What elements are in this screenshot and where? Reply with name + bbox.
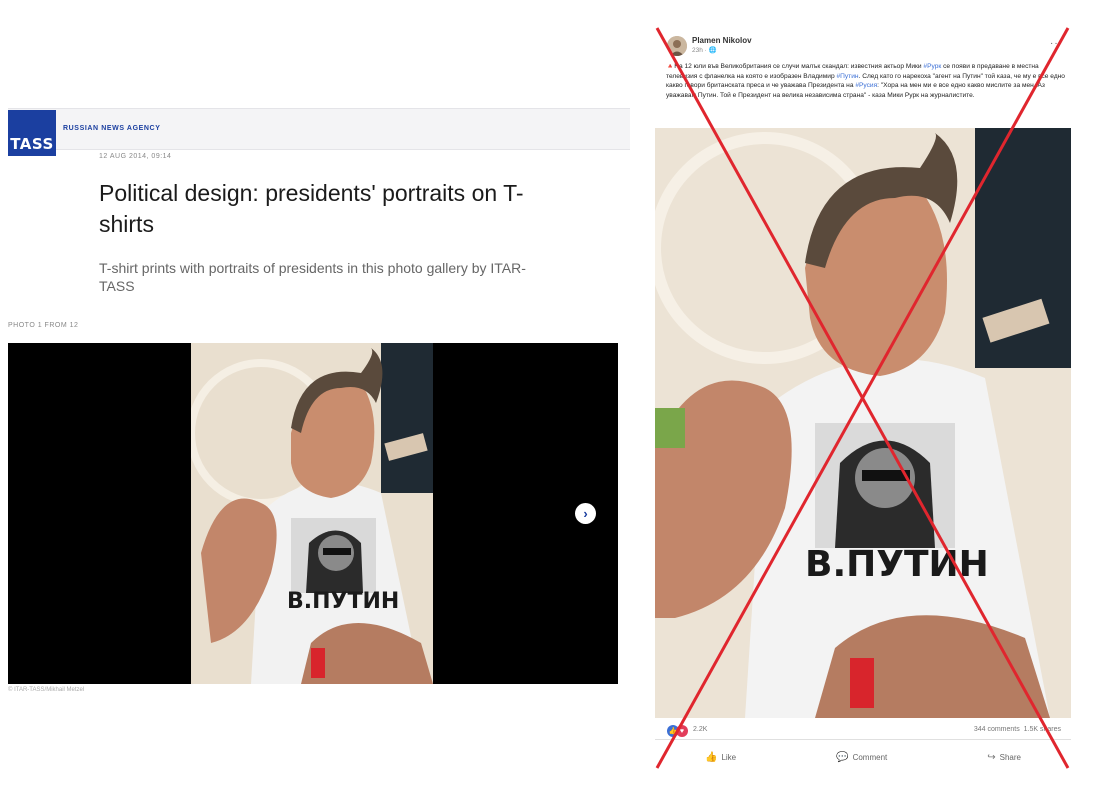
thumbs-up-icon: 👍 <box>704 751 718 763</box>
post-text-segment: 🔺На 12 юли във Великобритания се случи м… <box>666 63 924 70</box>
article-lead: T-shirt prints with portraits of preside… <box>99 260 526 294</box>
reactions-bar: 👍 ♥ 2.2K 344 comments 1.5K shares <box>655 722 1071 740</box>
photo-counter: PHOTO 1 FROM 12 <box>8 322 79 329</box>
post-actions: 👍 Like 💬 Comment ↪ Share <box>655 746 1071 768</box>
like-label: Like <box>721 752 737 762</box>
avatar-image <box>667 36 687 56</box>
like-button[interactable]: 👍 Like <box>705 752 736 763</box>
more-options-icon[interactable]: ··· <box>1050 38 1063 49</box>
reaction-icons[interactable]: 👍 ♥ <box>667 725 689 737</box>
chevron-right-icon: › <box>583 506 588 521</box>
post-text: 🔺На 12 юли във Великобритания се случи м… <box>666 62 1066 100</box>
reactions-count[interactable]: 2.2K <box>693 726 707 733</box>
post-photo[interactable]: В.ПУТИН <box>655 128 1071 718</box>
share-arrow-icon: ↪ <box>987 751 996 763</box>
gallery-photo: В.ПУТИН <box>191 343 433 684</box>
logo-text: TASS <box>10 135 54 153</box>
tass-tagline: RUSSIAN NEWS AGENCY <box>63 125 161 132</box>
article-date: 12 AUG 2014, 09:14 <box>99 153 172 160</box>
share-label: Share <box>999 752 1021 762</box>
article-title: Political design: presidents' portraits … <box>99 180 524 237</box>
tass-article: TASS RUSSIAN NEWS AGENCY 12 AUG 2014, 09… <box>0 0 630 792</box>
facebook-post: Plamen Nikolov 23h · 🌐 ··· 🔺На 12 юли въ… <box>655 28 1071 773</box>
tass-logo[interactable]: TASS <box>8 110 56 156</box>
comments-count[interactable]: 344 comments <box>974 726 1020 733</box>
comment-button[interactable]: 💬 Comment <box>836 752 887 763</box>
shares-count[interactable]: 1.5K shares <box>1024 726 1061 733</box>
comment-label: Comment <box>852 752 888 762</box>
post-photo-image: В.ПУТИН <box>655 128 1071 718</box>
hashtag-link[interactable]: #Русия <box>855 82 877 89</box>
share-button[interactable]: ↪ Share <box>987 752 1021 763</box>
author-name[interactable]: Plamen Nikolov <box>692 36 752 45</box>
photo-credit: © ITAR-TASS/Mikhail Metzel <box>8 687 85 693</box>
speech-bubble-icon: 💬 <box>836 751 849 763</box>
next-photo-button[interactable]: › <box>575 503 596 524</box>
post-meta: 23h · 🌐 <box>692 47 717 54</box>
shirt-print: В.ПУТИН <box>805 544 989 585</box>
hashtag-link[interactable]: #Путин <box>836 73 858 80</box>
love-reaction-icon: ♥ <box>676 725 688 737</box>
shirt-print: В.ПУТИН <box>287 589 399 614</box>
avatar[interactable] <box>667 36 687 56</box>
hashtag-link[interactable]: #Рурк <box>923 63 941 70</box>
engagement-stats: 344 comments 1.5K shares <box>974 726 1061 733</box>
photo-gallery[interactable]: В.ПУТИН › <box>8 343 618 684</box>
